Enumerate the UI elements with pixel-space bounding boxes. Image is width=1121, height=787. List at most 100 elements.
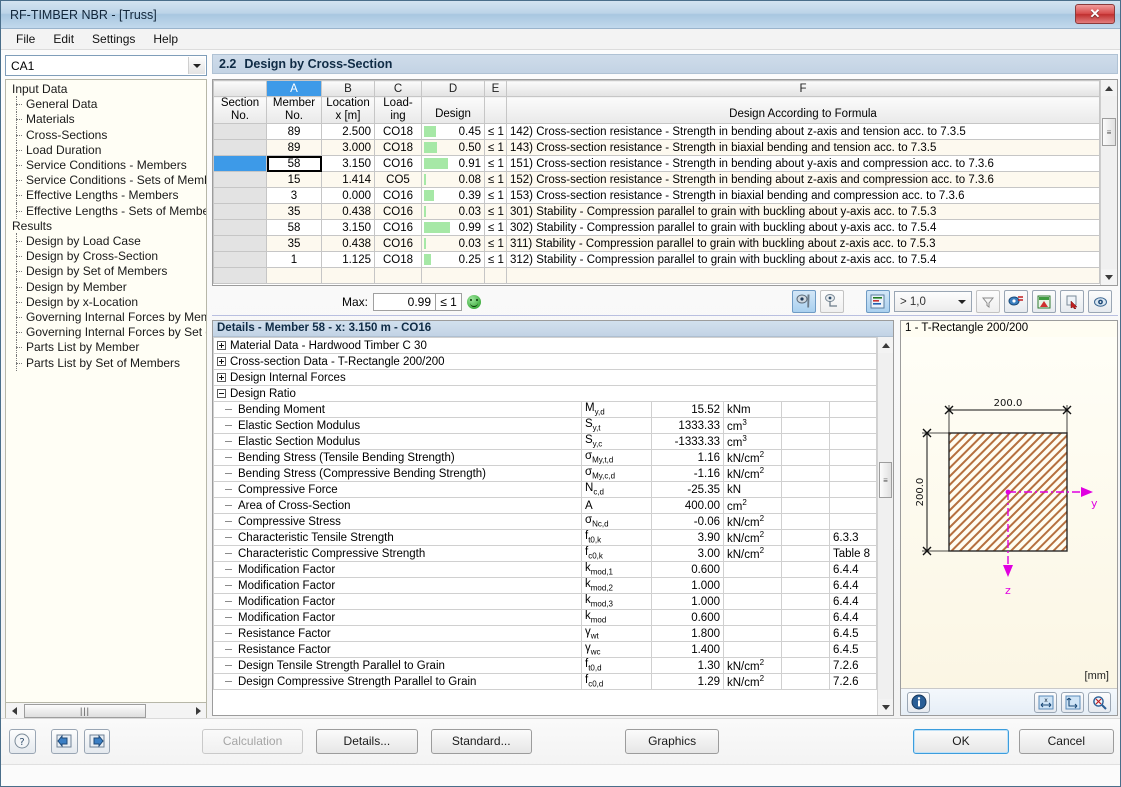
table-row[interactable]: 58 3.150 CO16 0.99 ≤ 1 302) Stability - Compr…: [213, 219, 1100, 236]
menu-settings[interactable]: Settings: [83, 30, 144, 48]
scroll-down-icon[interactable]: [878, 699, 893, 715]
grid-vertical-scrollbar[interactable]: ≡: [1100, 80, 1117, 285]
sidebar-item-load-duration[interactable]: Load Duration: [8, 141, 206, 159]
cell-design-ratio[interactable]: 0.25: [421, 251, 485, 268]
details-group-row[interactable]: Design Ratio: [213, 385, 877, 402]
scroll-right-icon[interactable]: [190, 704, 206, 719]
cell-location[interactable]: [321, 267, 375, 284]
details-row[interactable]: Compressive Stress σNc,d -0.06 kN/cm2: [213, 513, 877, 530]
sidebar-item-results[interactable]: Results: [8, 219, 206, 234]
sidebar-item-effective-lengths-members[interactable]: Effective Lengths - Members: [8, 187, 206, 204]
cell-location[interactable]: 2.500: [321, 123, 375, 140]
sidebar-item-design-by-load-case[interactable]: Design by Load Case: [8, 233, 206, 250]
sidebar-item-design-by-set-of-members[interactable]: Design by Set of Members: [8, 263, 206, 280]
cell-section-no[interactable]: [213, 267, 267, 284]
cell-formula[interactable]: 311) Stability - Compression parallel to…: [506, 235, 1100, 252]
sidebar-item-governing-internal-forces-by-member[interactable]: Governing Internal Forces by Member: [8, 309, 206, 326]
cell-design-ratio[interactable]: 0.08: [421, 171, 485, 188]
cell-member-no[interactable]: 35: [266, 203, 322, 220]
cell-section-no[interactable]: [213, 171, 267, 188]
scroll-down-icon[interactable]: [1101, 269, 1117, 285]
table-row[interactable]: 35 0.438 CO16 0.03 ≤ 1 311) Stability - Compr…: [213, 235, 1100, 252]
details-row[interactable]: Design Tensile Strength Parallel to Grai…: [213, 657, 877, 674]
details-vertical-scrollbar[interactable]: ≡: [877, 337, 893, 715]
cell-member-no[interactable]: 1: [266, 251, 322, 268]
col-letter-c[interactable]: C: [374, 80, 422, 97]
cell-location[interactable]: 1.125: [321, 251, 375, 268]
dimension-x-icon[interactable]: x: [1034, 691, 1057, 713]
cell-location[interactable]: 0.000: [321, 187, 375, 204]
excel-export-icon[interactable]: [1032, 290, 1056, 313]
cell-section-no[interactable]: [213, 219, 267, 236]
result-diagram-icon[interactable]: [820, 290, 844, 313]
close-button[interactable]: ✕: [1075, 4, 1115, 24]
grid-scroll-thumb[interactable]: ≡: [1102, 118, 1116, 146]
scroll-left-icon[interactable]: [6, 704, 22, 719]
cell-location[interactable]: 3.000: [321, 139, 375, 156]
sidebar-item-effective-lengths-sets-of-members[interactable]: Effective Lengths - Sets of Members: [8, 202, 206, 219]
scrollbar-thumb[interactable]: |||: [24, 704, 146, 718]
cross-section-graphic[interactable]: 200.0 200.0 y z [mm]: [901, 337, 1117, 688]
cell-location[interactable]: 3.150: [321, 219, 375, 236]
select-member-icon[interactable]: [1060, 290, 1084, 313]
cell-formula[interactable]: 142) Cross-section resistance - Strength…: [506, 123, 1100, 140]
cell-member-no[interactable]: 58: [266, 219, 322, 236]
details-row[interactable]: Bending Moment My,d 15.52 kNm: [213, 401, 877, 418]
load-case-selector[interactable]: CA1: [5, 55, 207, 76]
details-row[interactable]: Bending Stress (Compressive Bending Stre…: [213, 465, 877, 482]
sidebar-item-design-by-member[interactable]: Design by Member: [8, 278, 206, 295]
plus-icon[interactable]: [217, 372, 226, 382]
cell-design-ratio[interactable]: 0.91: [421, 155, 485, 172]
sidebar-item-service-conditions-members[interactable]: Service Conditions - Members: [8, 157, 206, 174]
cell-formula[interactable]: 312) Stability - Compression parallel to…: [506, 251, 1100, 268]
results-grid[interactable]: A B C D E F Section No. Member No. Locat…: [212, 79, 1118, 286]
cell-loading[interactable]: CO18: [374, 139, 422, 156]
cell-member-no[interactable]: [266, 267, 322, 284]
chevron-down-icon[interactable]: [954, 294, 969, 309]
prev-module-icon[interactable]: [50, 728, 78, 754]
details-row[interactable]: Modification Factor kmod 0.600 6.4.4: [213, 609, 877, 626]
sidebar-item-governing-internal-forces-by-set-of-members[interactable]: Governing Internal Forces by Set of Memb…: [8, 324, 206, 341]
cell-loading[interactable]: CO16: [374, 187, 422, 204]
zoom-reset-icon[interactable]: [1088, 691, 1111, 713]
dimension-axes-icon[interactable]: [1061, 691, 1084, 713]
details-row[interactable]: Elastic Section Modulus Sy,c -1333.33 cm3: [213, 433, 877, 450]
sidebar-item-general-data[interactable]: General Data: [8, 96, 206, 113]
details-row[interactable]: Design Compressive Strength Parallel to …: [213, 673, 877, 690]
cell-section-no[interactable]: [213, 155, 267, 172]
details-group-row[interactable]: Design Internal Forces: [213, 369, 877, 386]
view-mode-icon[interactable]: [1088, 290, 1112, 313]
cell-loading[interactable]: CO5: [374, 171, 422, 188]
cell-section-no[interactable]: [213, 235, 267, 252]
details-row[interactable]: Resistance Factor γwc 1.400 6.4.5: [213, 641, 877, 658]
details-row[interactable]: Bending Stress (Tensile Bending Strength…: [213, 449, 877, 466]
result-values-icon[interactable]: [792, 290, 816, 313]
cell-design-ratio[interactable]: [421, 267, 485, 284]
details-row[interactable]: Characteristic Tensile Strength ft0,k 3.90…: [213, 529, 877, 546]
sidebar-item-design-by-cross-section[interactable]: Design by Cross-Section: [8, 248, 206, 265]
cell-loading[interactable]: [374, 267, 422, 284]
minus-icon[interactable]: [217, 388, 226, 398]
plus-icon[interactable]: [217, 356, 226, 366]
cell-formula[interactable]: 301) Stability - Compression parallel to…: [506, 203, 1100, 220]
scroll-up-icon[interactable]: [1101, 80, 1117, 96]
details-row[interactable]: Characteristic Compressive Strength fc0,k…: [213, 545, 877, 562]
calculation-button[interactable]: Calculation: [201, 728, 304, 754]
standard-button[interactable]: Standard...: [430, 728, 532, 754]
details-group-toggle[interactable]: Material Data - Hardwood Timber C 30: [213, 337, 877, 354]
cell-section-no[interactable]: [213, 187, 267, 204]
cell-formula[interactable]: 143) Cross-section resistance - Strength…: [506, 139, 1100, 156]
sidebar-item-parts-list-by-member[interactable]: Parts List by Member: [8, 339, 206, 356]
cell-member-no[interactable]: 3: [266, 187, 322, 204]
info-icon[interactable]: [907, 691, 930, 713]
sidebar-item-input-data[interactable]: Input Data: [8, 82, 206, 97]
table-row[interactable]: 1 1.125 CO18 0.25 ≤ 1 312) Stability - Compre…: [213, 251, 1100, 268]
menu-help[interactable]: Help: [144, 30, 187, 48]
details-button[interactable]: Details...: [316, 728, 418, 754]
table-row[interactable]: 89 3.000 CO18 0.50 ≤ 1 143) Cross-section res…: [213, 139, 1100, 156]
cell-loading[interactable]: CO18: [374, 251, 422, 268]
cell-section-no[interactable]: [213, 251, 267, 268]
relation-scales-icon[interactable]: [866, 290, 890, 313]
details-row[interactable]: Modification Factor kmod,1 0.600 6.4.4: [213, 561, 877, 578]
cell-loading[interactable]: CO16: [374, 219, 422, 236]
